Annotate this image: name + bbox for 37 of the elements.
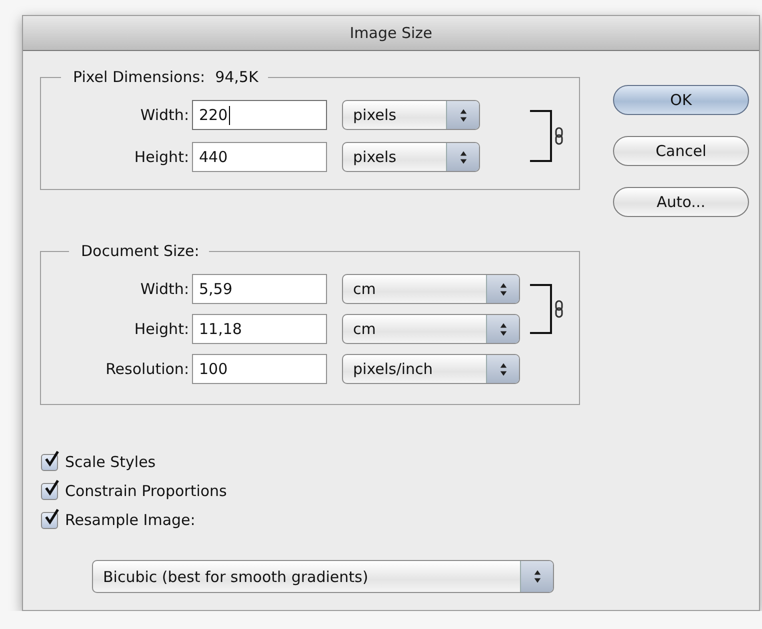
button[interactable]: Auto... <box>613 187 749 217</box>
dropdown[interactable]: pixels/inch <box>342 354 520 384</box>
link-chain-icon[interactable] <box>555 127 563 145</box>
stepper-arrows-icon <box>498 322 508 336</box>
field-label: Height: <box>133 320 189 338</box>
group-title: Pixel Dimensions: <box>73 68 206 86</box>
field-label: Height: <box>133 148 189 166</box>
checkbox-label: Resample Image: <box>65 511 196 529</box>
field-label: Width: <box>139 106 189 124</box>
input-field[interactable]: 5,59 <box>192 274 327 304</box>
dropdown[interactable]: cm <box>342 274 520 304</box>
checkbox[interactable] <box>41 482 58 500</box>
checkbox-label: Scale Styles <box>65 453 156 471</box>
button[interactable]: OK <box>613 85 749 115</box>
input-field[interactable]: 440 <box>192 142 327 172</box>
stepper-arrows-icon <box>532 569 542 584</box>
input-field[interactable]: 220 <box>192 100 327 130</box>
stepper-arrows-icon <box>498 362 508 376</box>
stepper-arrows-icon <box>458 108 468 122</box>
window-title: Image Size <box>350 24 432 42</box>
dropdown[interactable]: Bicubic (best for smooth gradients) <box>92 560 554 593</box>
dropdown[interactable]: pixels <box>342 100 480 130</box>
field-label: Width: <box>139 280 189 298</box>
input-field[interactable]: 100 <box>192 354 327 384</box>
group-title: Document Size: <box>81 242 200 260</box>
field-label: Resolution: <box>104 360 189 378</box>
button[interactable]: Cancel <box>613 136 749 166</box>
dropdown[interactable]: pixels <box>342 142 480 172</box>
dropdown[interactable]: cm <box>342 314 520 344</box>
stepper-arrows-icon <box>458 150 468 164</box>
checkbox-label: Constrain Proportions <box>65 482 227 500</box>
checkbox[interactable] <box>41 454 58 470</box>
checkbox[interactable] <box>41 512 58 528</box>
group-value: 94,5K <box>215 68 258 86</box>
stepper-arrows-icon <box>498 282 508 296</box>
link-chain-icon[interactable] <box>555 300 563 318</box>
input-field[interactable]: 11,18 <box>192 314 327 344</box>
